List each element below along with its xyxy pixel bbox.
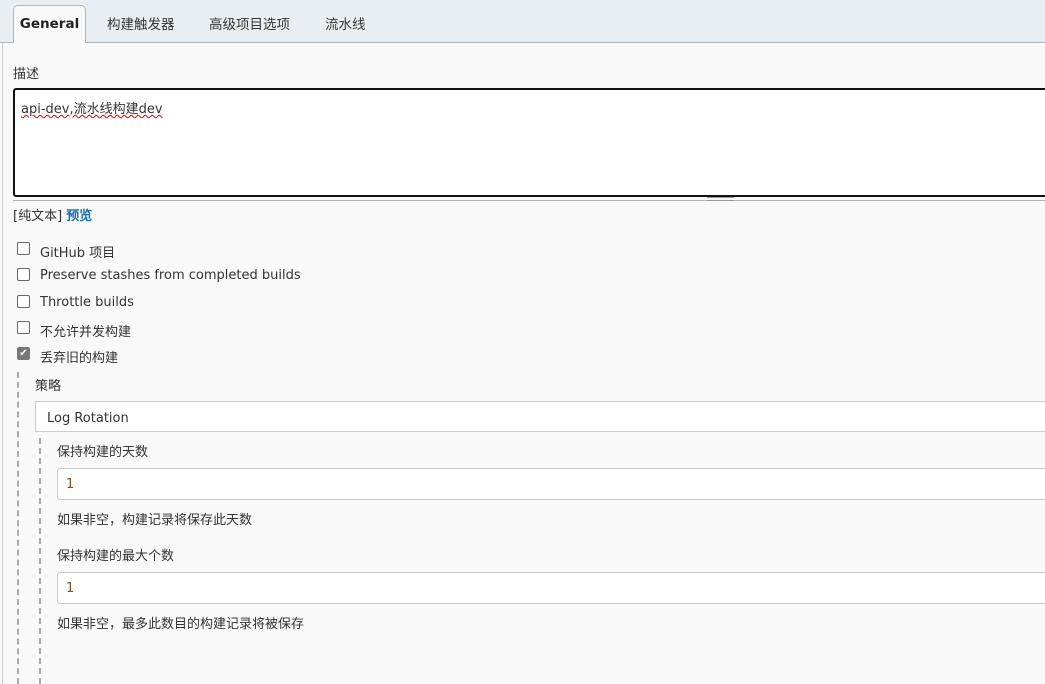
github-project-checkbox[interactable] <box>17 242 30 255</box>
no-concurrent-label: 不允许并发构建 <box>40 325 132 340</box>
days-to-keep-input[interactable]: 1 <box>57 468 1045 500</box>
max-builds-label: 保持构建的最大个数 <box>57 549 175 564</box>
description-textarea[interactable]: api-dev,流水线构建dev <box>13 88 1045 197</box>
discard-old-builds-label: 丢弃旧的构建 <box>40 351 119 366</box>
preview-link[interactable]: 预览 <box>66 209 92 224</box>
tab-general[interactable]: General <box>13 5 86 43</box>
plain-text-label: [纯文本] <box>13 209 63 224</box>
description-label: 描述 <box>13 67 40 82</box>
tab-build-triggers[interactable]: 构建触发器 <box>107 13 175 33</box>
github-project-label: GitHub 项目 <box>40 246 116 261</box>
strategy-label: 策略 <box>35 379 62 394</box>
max-builds-input[interactable]: 1 <box>57 572 1045 604</box>
divider <box>13 200 1045 201</box>
section-indent-line <box>17 372 19 684</box>
tab-pipeline[interactable]: 流水线 <box>325 13 366 33</box>
preserve-stashes-label: Preserve stashes from completed builds <box>40 268 301 283</box>
preserve-stashes-checkbox[interactable] <box>17 268 30 281</box>
days-help: 如果非空，构建记录将保存此天数 <box>57 513 253 528</box>
format-links: [纯文本] 预览 <box>13 205 92 224</box>
tab-advanced-options[interactable]: 高级项目选项 <box>209 13 290 33</box>
discard-old-builds-checkbox[interactable]: ✔ <box>17 347 30 360</box>
tab-bar: General 构建触发器 高级项目选项 流水线 <box>0 0 1045 43</box>
no-concurrent-checkbox[interactable] <box>17 321 30 334</box>
check-icon: ✔ <box>19 348 28 359</box>
throttle-builds-label: Throttle builds <box>40 295 134 310</box>
subsection-indent-line <box>39 438 41 684</box>
resize-handle[interactable] <box>707 197 734 201</box>
description-value: api-dev,流水线构建dev <box>21 102 163 117</box>
max-builds-help: 如果非空，最多此数目的构建记录将被保存 <box>57 617 305 632</box>
strategy-select[interactable]: Log Rotation <box>35 401 1045 432</box>
throttle-builds-checkbox[interactable] <box>17 295 30 308</box>
days-label: 保持构建的天数 <box>57 445 149 460</box>
